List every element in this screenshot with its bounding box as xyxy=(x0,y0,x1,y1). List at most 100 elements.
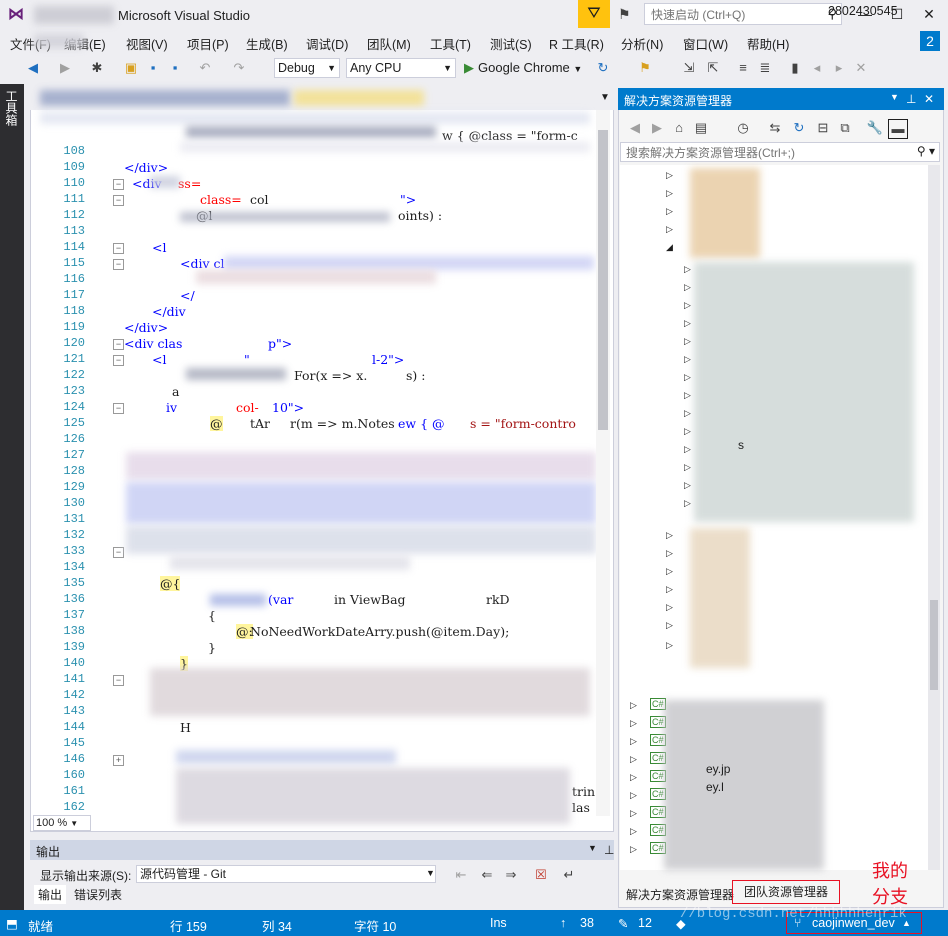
switch-views-icon[interactable]: ▤ xyxy=(692,119,710,137)
tree-expand-icon[interactable]: ▷ xyxy=(684,336,691,347)
tree-expand-icon[interactable]: ▷ xyxy=(666,206,673,217)
pin-icon[interactable]: ⊥ xyxy=(906,92,916,106)
forward-icon[interactable]: ▶ xyxy=(56,59,74,77)
collapse-outline-icon[interactable]: − xyxy=(113,339,124,350)
show-all-files-icon[interactable]: ⧉ xyxy=(836,119,854,137)
tab-error-list[interactable]: 错误列表 xyxy=(70,885,126,904)
collapse-outline-icon[interactable]: − xyxy=(113,179,124,190)
menu-debug[interactable]: 调试(D) xyxy=(306,34,348,53)
tab-team-explorer[interactable]: 团队资源管理器 xyxy=(732,880,840,904)
find-message-icon[interactable]: ⇤ xyxy=(452,866,470,884)
uncomment-icon[interactable]: ≣ xyxy=(756,59,774,77)
refresh-icon[interactable]: ↻ xyxy=(594,59,612,77)
chevron-down-icon[interactable]: ▼ xyxy=(890,92,899,102)
preview-selected-icon[interactable]: ▬ xyxy=(888,119,908,139)
tree-expand-icon[interactable]: ▷ xyxy=(684,426,691,437)
next-bookmark-icon[interactable]: ▸ xyxy=(830,59,848,77)
menu-view[interactable]: 视图(V) xyxy=(126,34,168,53)
output-source-combo[interactable]: 源代码管理 - Git xyxy=(136,865,436,883)
tree-expand-icon[interactable]: ▷ xyxy=(666,188,673,199)
toolbox-strip[interactable] xyxy=(0,84,24,910)
clear-all-icon[interactable]: ☒ xyxy=(532,866,550,884)
user-account[interactable]: 2802430545 xyxy=(828,4,898,18)
tree-expand-icon[interactable]: ◢ xyxy=(666,242,673,253)
menu-help[interactable]: 帮助(H) xyxy=(747,34,789,53)
tree-expand-icon[interactable]: ▷ xyxy=(684,408,691,419)
word-wrap-icon[interactable]: ↵ xyxy=(560,866,578,884)
tree-expand-icon[interactable]: ▷ xyxy=(666,566,673,577)
tree-expand-icon[interactable]: ▷ xyxy=(630,700,637,711)
tab-output[interactable]: 输出 xyxy=(34,885,67,904)
tree-expand-icon[interactable]: ▷ xyxy=(630,790,637,801)
tree-expand-icon[interactable]: ▷ xyxy=(684,372,691,383)
menu-r-tools[interactable]: R 工具(R) xyxy=(549,34,604,53)
collapse-outline-icon[interactable]: − xyxy=(113,675,124,686)
tree-expand-icon[interactable]: ▷ xyxy=(630,718,637,729)
sync-icon[interactable]: ⇆ xyxy=(766,119,784,137)
home-icon[interactable]: ⌂ xyxy=(670,119,688,137)
tree-expand-icon[interactable]: ▷ xyxy=(630,808,637,819)
close-pane-icon[interactable]: ✕ xyxy=(924,92,934,106)
solution-config-combo[interactable]: Debug ▼ xyxy=(274,58,340,78)
tree-expand-icon[interactable]: ▷ xyxy=(684,444,691,455)
tree-expand-icon[interactable]: ▷ xyxy=(630,754,637,765)
feedback-icon[interactable]: ⚑ xyxy=(618,6,636,22)
prev-message-icon[interactable]: ⇐ xyxy=(478,866,496,884)
solution-scroll-thumb[interactable] xyxy=(930,600,938,690)
tree-expand-icon[interactable]: ▷ xyxy=(684,462,691,473)
tree-expand-icon[interactable]: ▷ xyxy=(666,224,673,235)
tab-solution-explorer[interactable]: 解决方案资源管理器 xyxy=(622,884,738,905)
quick-launch-input[interactable] xyxy=(649,5,823,25)
collapse-outline-icon[interactable]: − xyxy=(113,195,124,206)
tree-expand-icon[interactable]: ▷ xyxy=(684,354,691,365)
platform-combo[interactable]: Any CPU ▼ xyxy=(346,58,456,78)
bookmark-icon[interactable]: ▮ xyxy=(786,59,804,77)
collapse-outline-icon[interactable]: − xyxy=(113,355,124,366)
step-over-icon[interactable]: ⇱ xyxy=(704,59,722,77)
menu-project[interactable]: 项目(P) xyxy=(187,34,229,53)
tree-expand-icon[interactable]: ▷ xyxy=(666,530,673,541)
tree-expand-icon[interactable]: ▷ xyxy=(684,264,691,275)
pin-icon[interactable]: ⊥ xyxy=(604,843,614,857)
browser-link-icon[interactable]: ⚑ xyxy=(636,59,654,77)
collapse-outline-icon[interactable]: − xyxy=(113,243,124,254)
menu-tools[interactable]: 工具(T) xyxy=(430,34,471,53)
tree-expand-icon[interactable]: ▷ xyxy=(684,282,691,293)
tab-overflow-icon[interactable]: ▼ xyxy=(600,92,610,103)
menu-build[interactable]: 生成(B) xyxy=(246,34,288,53)
notification-badge[interactable]: 2 xyxy=(920,31,940,51)
quick-launch-box[interactable]: ⚲ xyxy=(644,3,842,25)
tree-expand-icon[interactable]: ▷ xyxy=(684,300,691,311)
tree-expand-icon[interactable]: ▷ xyxy=(684,318,691,329)
properties-icon[interactable]: 🔧 xyxy=(866,119,884,137)
tree-expand-icon[interactable]: ▷ xyxy=(630,844,637,855)
zoom-combo[interactable]: 100 % ▼ xyxy=(33,815,91,831)
menu-window[interactable]: 窗口(W) xyxy=(683,34,728,53)
collapse-outline-icon[interactable]: − xyxy=(113,259,124,270)
refresh-icon[interactable]: ↻ xyxy=(790,119,808,137)
tree-expand-icon[interactable]: ▷ xyxy=(630,826,637,837)
tree-expand-icon[interactable]: ▷ xyxy=(684,480,691,491)
undo-icon[interactable]: ↶ xyxy=(196,59,214,77)
start-debugging-button[interactable]: ▶ Google Chrome ▼ xyxy=(464,58,582,78)
tree-expand-icon[interactable]: ▷ xyxy=(666,620,673,631)
collapse-outline-icon[interactable]: − xyxy=(113,547,124,558)
menu-team[interactable]: 团队(M) xyxy=(367,34,411,53)
tree-expand-icon[interactable]: ▷ xyxy=(630,772,637,783)
pending-changes-icon[interactable]: ◷ xyxy=(734,119,752,137)
open-folder-icon[interactable]: ▣ xyxy=(122,59,140,77)
chevron-down-icon[interactable]: ▼ xyxy=(588,843,597,853)
step-into-icon[interactable]: ⇲ xyxy=(680,59,698,77)
back-icon[interactable]: ◀ xyxy=(626,119,644,137)
tree-expand-icon[interactable]: ▷ xyxy=(666,548,673,559)
tree-expand-icon[interactable]: ▷ xyxy=(684,498,691,509)
close-button[interactable]: ✕ xyxy=(916,2,942,26)
save-all-icon[interactable]: ▪ xyxy=(166,59,184,77)
tree-expand-icon[interactable]: ▷ xyxy=(630,736,637,747)
solution-search-input[interactable] xyxy=(624,144,908,162)
toolbox-tab-label[interactable]: 工具箱 xyxy=(4,90,20,126)
redo-icon[interactable]: ↷ xyxy=(230,59,248,77)
comment-icon[interactable]: ≡ xyxy=(734,59,752,77)
prev-bookmark-icon[interactable]: ◂ xyxy=(808,59,826,77)
clear-bookmark-icon[interactable]: ✕ xyxy=(852,59,870,77)
